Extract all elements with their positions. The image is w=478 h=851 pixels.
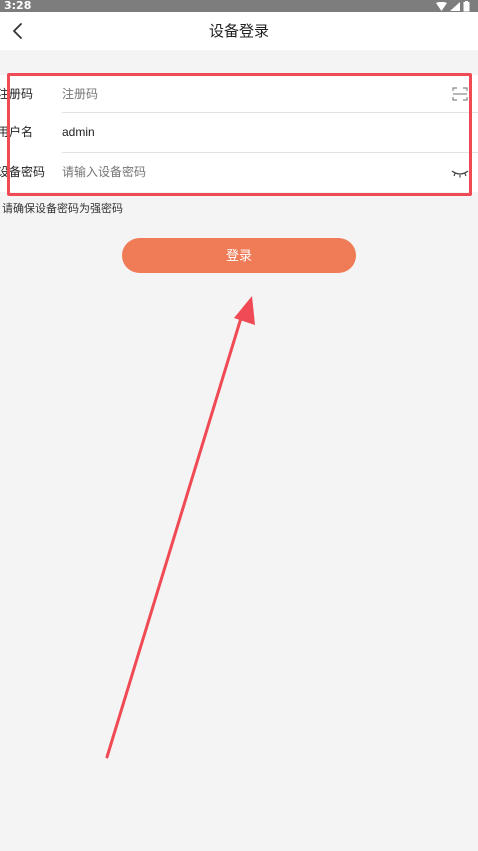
wifi-icon — [436, 1, 447, 11]
password-label-text: 设备密码 — [0, 165, 46, 179]
status-bar: 3:28 — [0, 0, 478, 12]
registration-row: 注册码 — [0, 75, 478, 114]
registration-label-text: 注册码 — [0, 87, 34, 101]
app-header: 设备登录 — [0, 12, 478, 50]
username-label-text: 用户名 — [0, 125, 34, 139]
signal-icon — [450, 1, 460, 11]
eye-closed-icon[interactable] — [451, 163, 469, 181]
username-label: 用户名 — [0, 113, 33, 152]
username-row: 用户名 — [0, 113, 478, 152]
status-time: 3:28 — [4, 0, 32, 12]
password-label: 设备密码 — [0, 153, 45, 192]
login-form: 注册码 用户名 设备密码 — [0, 75, 478, 192]
registration-label: 注册码 — [0, 75, 33, 114]
password-strength-hint: 请确保设备密码为强密码 — [2, 202, 123, 215]
password-row: 设备密码 — [0, 153, 478, 192]
registration-code-input[interactable] — [62, 75, 442, 114]
page-title: 设备登录 — [208, 22, 269, 40]
status-icons — [436, 0, 470, 12]
login-button[interactable]: 登录 — [122, 238, 356, 273]
device-password-input[interactable] — [62, 153, 442, 192]
username-input[interactable] — [62, 113, 442, 152]
scan-icon[interactable] — [451, 85, 469, 103]
battery-icon — [463, 0, 470, 11]
